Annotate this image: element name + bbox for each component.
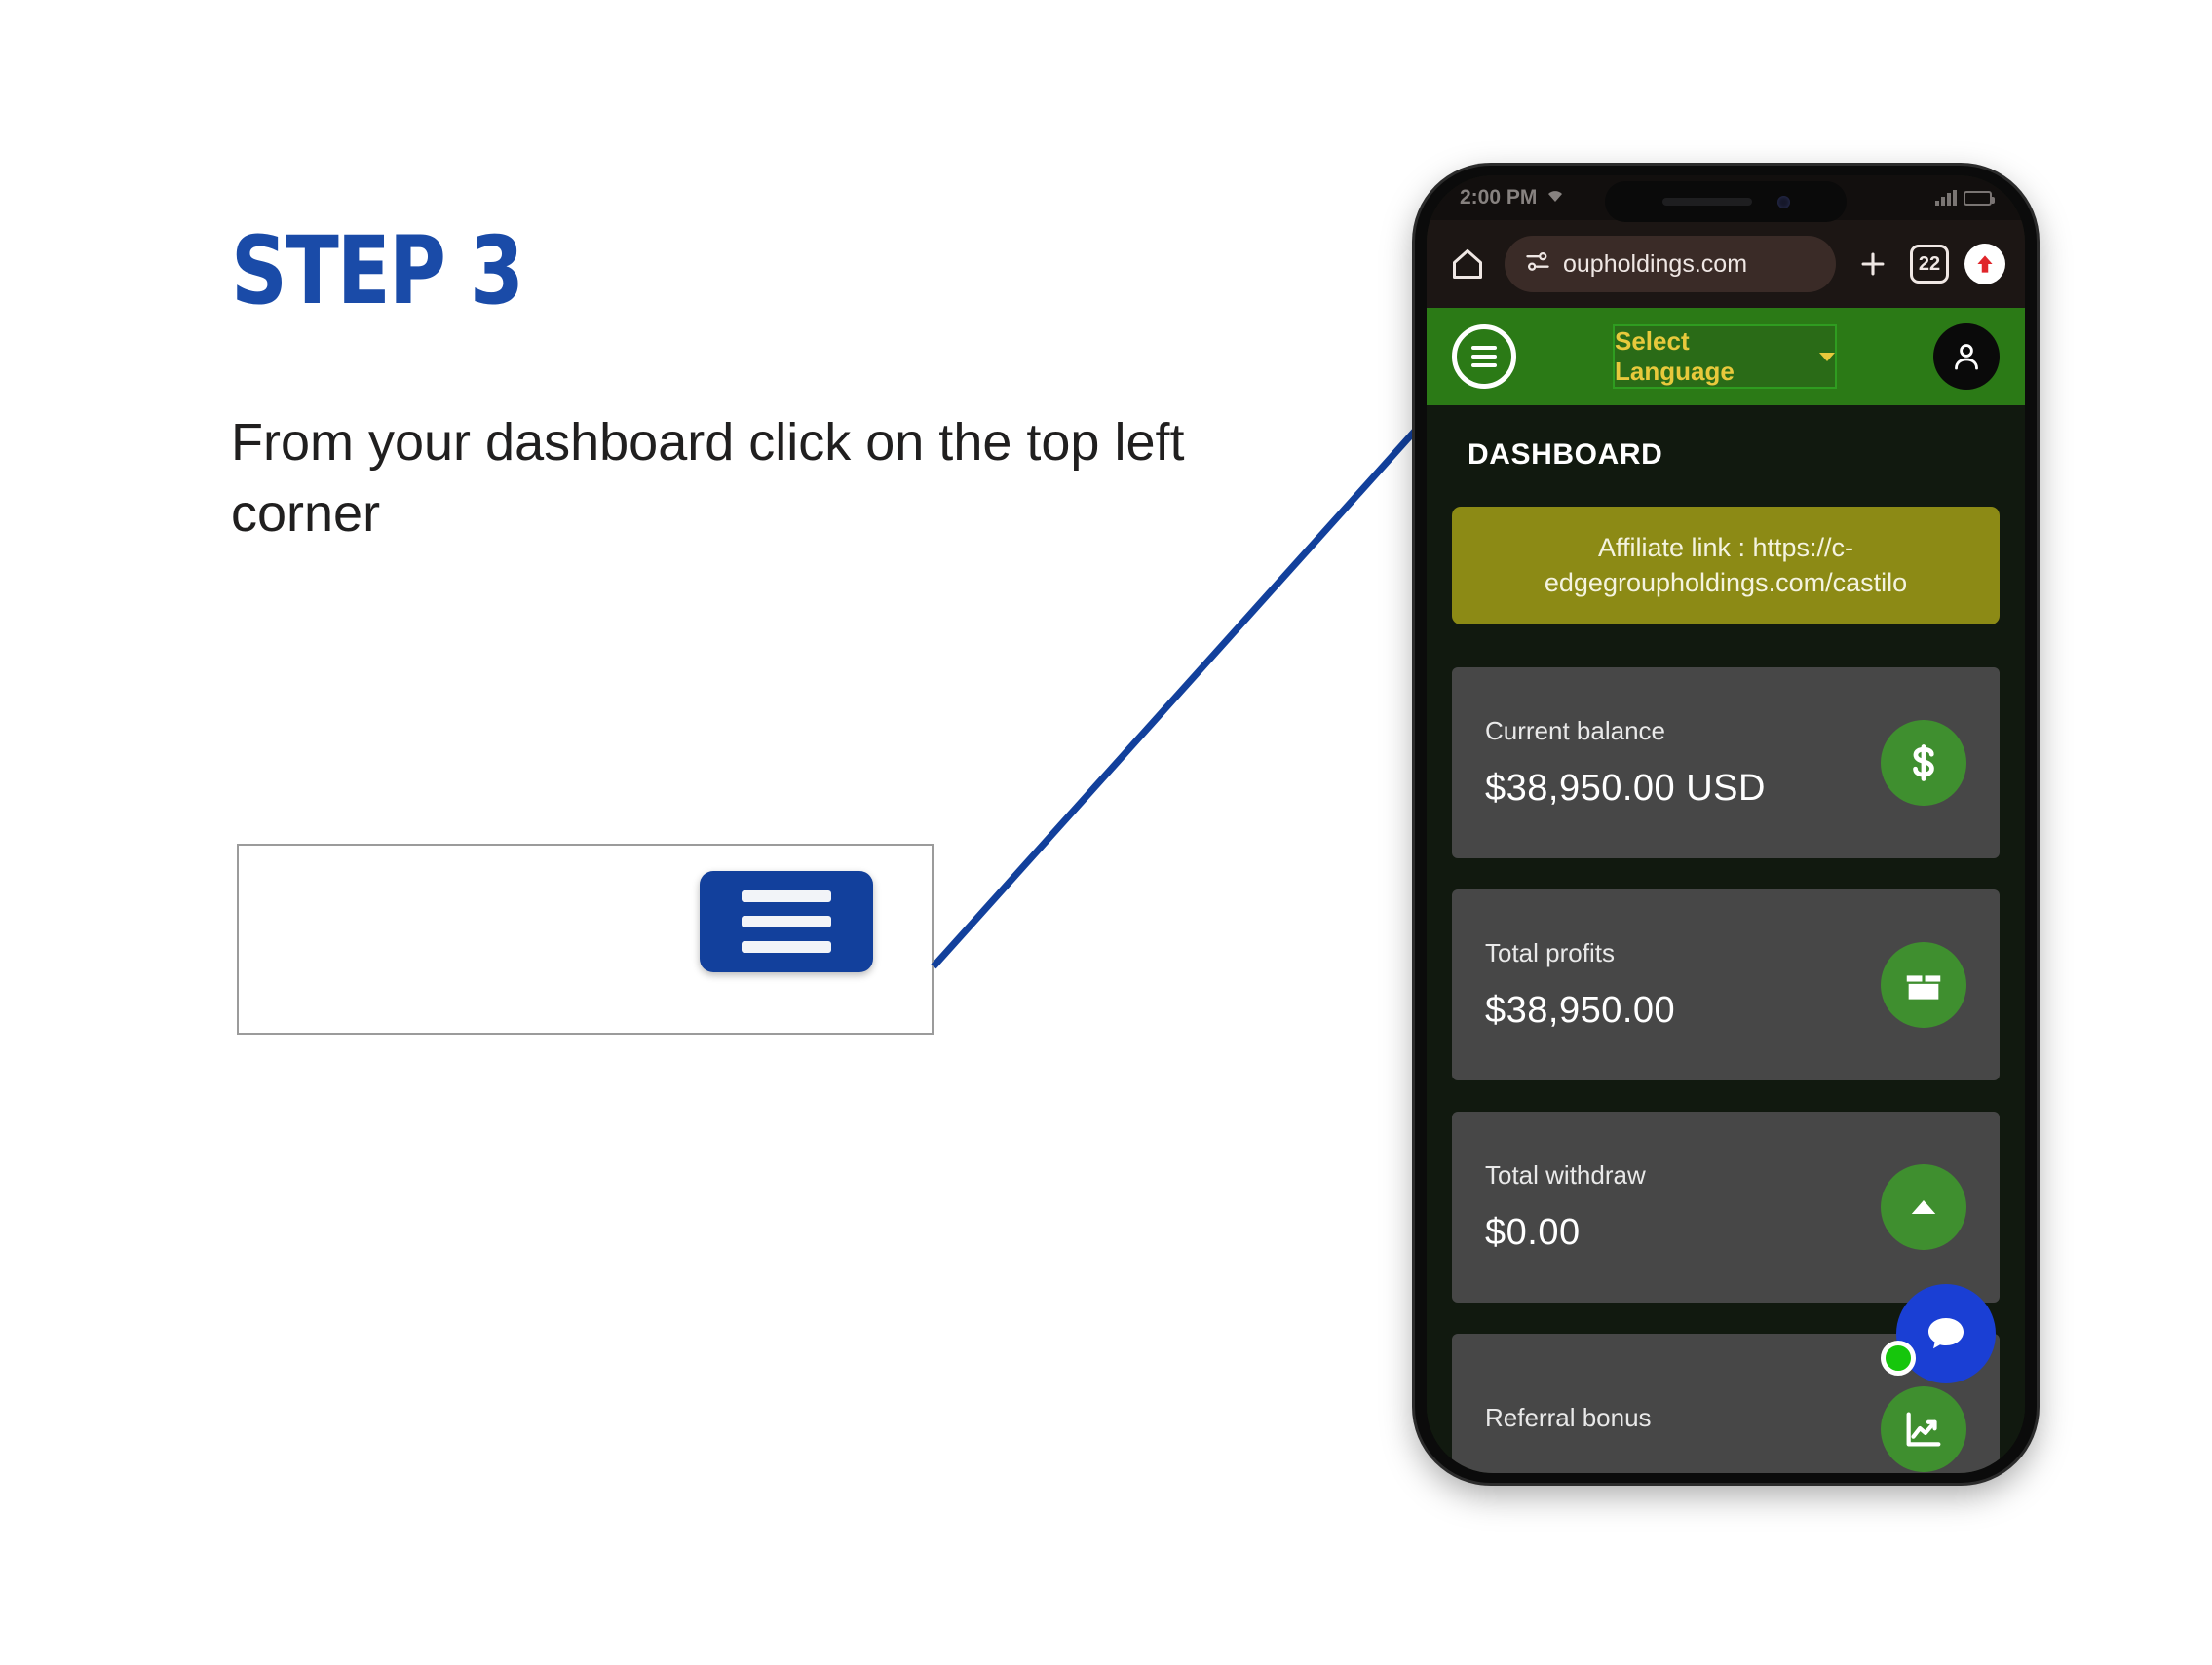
chat-widget-button[interactable]	[1881, 1284, 1996, 1383]
status-time: 2:00 PM	[1460, 186, 1538, 208]
stat-card[interactable]: Current balance $38,950.00 USD	[1452, 666, 2000, 858]
stat-card-value: $0.00	[1485, 1211, 1581, 1253]
stat-card-label: Referral bonus	[1485, 1403, 1652, 1433]
affiliate-link-banner[interactable]: Affiliate link : https://c-edgegrouphold…	[1452, 507, 2000, 624]
arrow-up-icon	[1881, 1163, 1966, 1250]
online-status-dot	[1881, 1341, 1916, 1376]
line-chart-icon	[1881, 1385, 1966, 1472]
status-bar-left: 2:00 PM	[1460, 186, 1565, 209]
front-camera	[1776, 195, 1790, 208]
hamburger-menu-icon[interactable]	[700, 871, 873, 972]
plus-icon[interactable]	[1851, 243, 1894, 285]
slide-canvas: STEP 3 From your dashboard click on the …	[0, 0, 2212, 1665]
language-select[interactable]: Select Language	[1613, 324, 1837, 389]
signal-bars-icon	[1935, 190, 1957, 206]
chat-bubble-icon	[1928, 1318, 1964, 1349]
hamburger-bar	[742, 916, 831, 927]
language-select-label: Select Language	[1615, 326, 1735, 386]
phone-bezel: 2:00 PM oupholdings.com 22 Select Langua…	[1427, 175, 2025, 1473]
instruction-text: From your dashboard click on the top lef…	[231, 413, 1185, 543]
box-package-icon	[1881, 941, 1966, 1028]
user-account-icon[interactable]	[1933, 323, 2000, 390]
page-title: STEP 3	[231, 216, 524, 325]
hamburger-bar	[742, 941, 831, 953]
stat-card-text: Current balance $38,950.00 USD	[1485, 716, 1766, 810]
phone-notch	[1605, 181, 1847, 222]
stat-card[interactable]: Total profits $38,950.00	[1452, 889, 2000, 1080]
stat-card-label: Total withdraw	[1485, 1159, 1646, 1190]
phone-mockup: 2:00 PM oupholdings.com 22 Select Langua…	[1415, 166, 2037, 1483]
home-icon[interactable]	[1446, 243, 1489, 285]
earpiece-speaker	[1661, 198, 1752, 206]
stat-card-label: Total profits	[1485, 937, 1615, 967]
stat-card-text: Referral bonus	[1485, 1403, 1652, 1455]
hamburger-menu-icon[interactable]	[1452, 324, 1516, 389]
dashboard-title: DASHBOARD	[1468, 438, 1663, 471]
chevron-down-icon	[1819, 352, 1835, 361]
hamburger-bar	[742, 890, 831, 902]
tune-icon[interactable]	[1524, 248, 1551, 281]
wifi-icon	[1545, 186, 1565, 209]
stat-card-value: $38,950.00 USD	[1485, 767, 1766, 809]
stat-card-text: Total withdraw $0.00	[1485, 1160, 1646, 1254]
share-upload-icon[interactable]	[1964, 244, 2005, 284]
stat-card[interactable]: Total withdraw $0.00	[1452, 1111, 2000, 1303]
url-text: oupholdings.com	[1563, 249, 1748, 278]
stat-card-value: $38,950.00	[1485, 989, 1676, 1031]
browser-toolbar: oupholdings.com 22	[1427, 220, 2025, 308]
status-bar-right	[1935, 190, 1995, 206]
tab-counter[interactable]: 22	[1910, 245, 1949, 284]
battery-icon	[1964, 190, 1995, 206]
phone-screen: 2:00 PM oupholdings.com 22 Select Langua…	[1427, 175, 2025, 1473]
app-header: Select Language	[1427, 308, 2025, 405]
stat-card-text: Total profits $38,950.00	[1485, 938, 1675, 1032]
url-bar[interactable]: oupholdings.com	[1505, 236, 1836, 292]
dollar-sign-icon	[1881, 719, 1966, 806]
stat-card-label: Current balance	[1485, 715, 1665, 745]
